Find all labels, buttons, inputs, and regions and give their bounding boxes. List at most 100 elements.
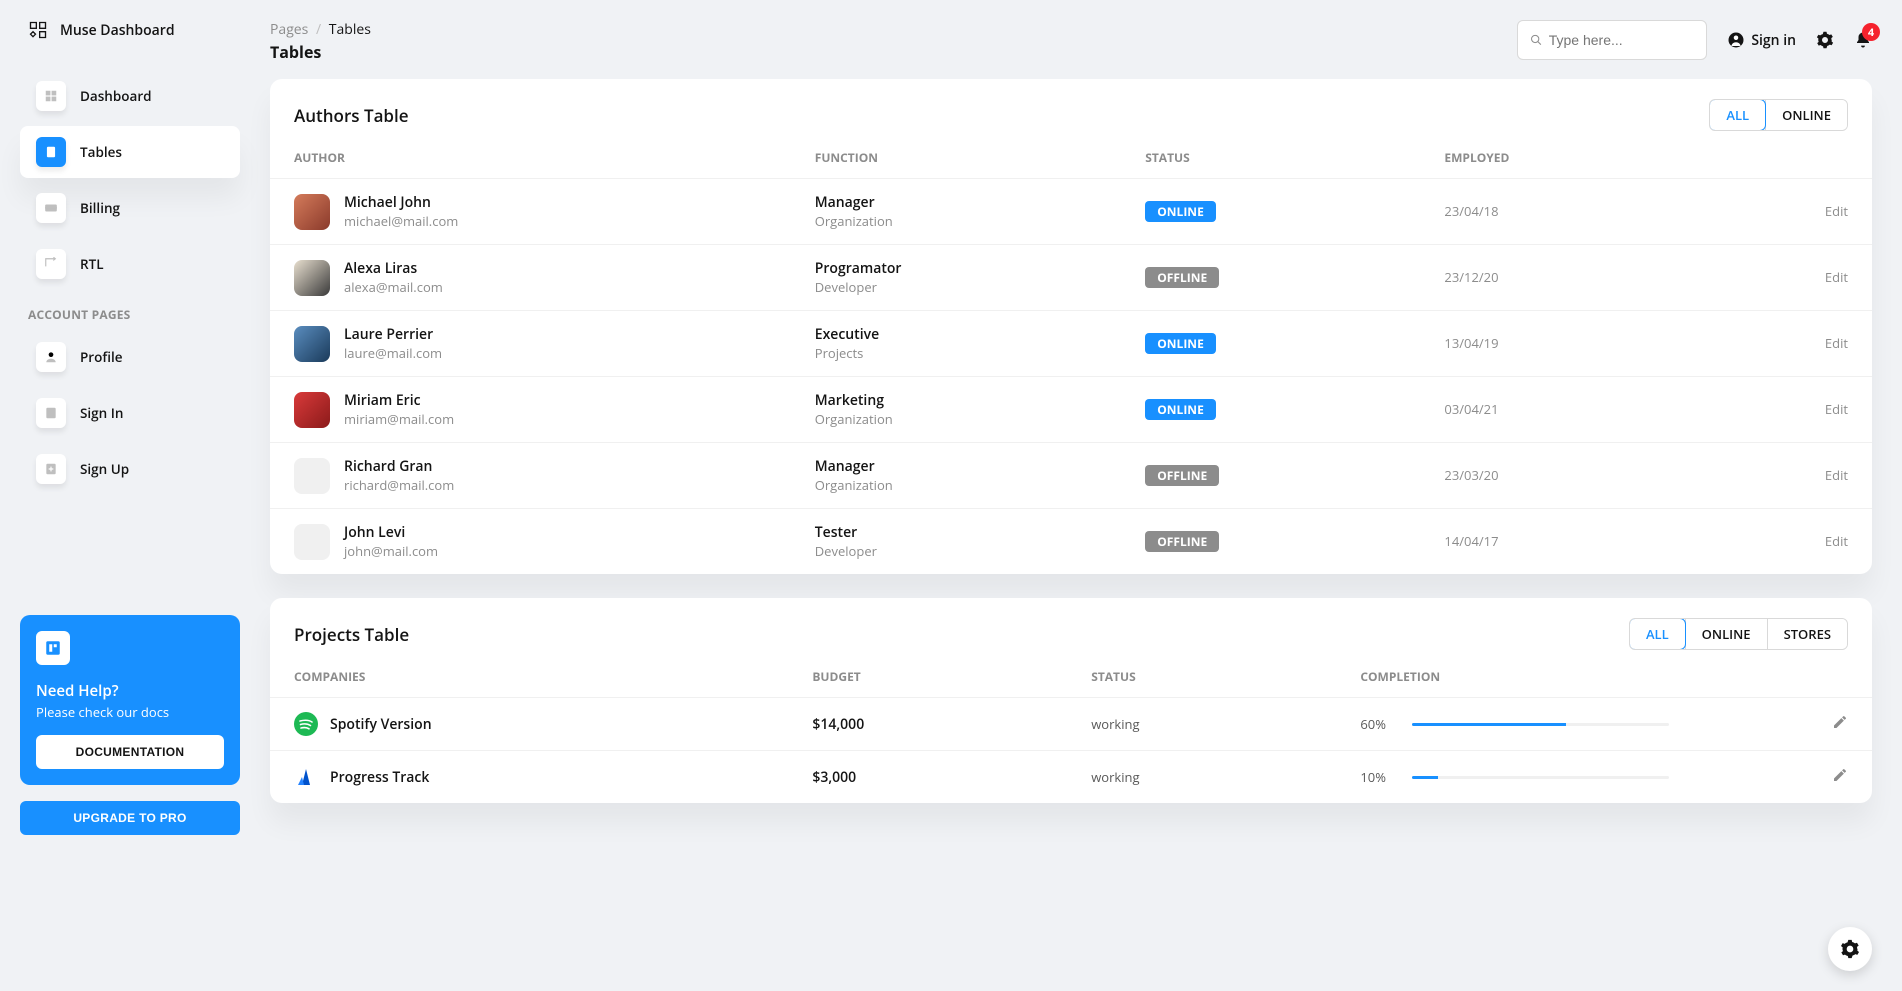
- projects-filter-stores[interactable]: STORES: [1767, 619, 1847, 649]
- notifications-button[interactable]: 4: [1854, 31, 1872, 49]
- author-role: Manager: [815, 457, 1098, 476]
- nav-item-sign-in[interactable]: Sign In: [20, 387, 240, 439]
- edit-button[interactable]: [1832, 716, 1848, 735]
- author-dept: Projects: [815, 344, 1098, 362]
- edit-button[interactable]: [1832, 769, 1848, 788]
- table-row[interactable]: John Levijohn@mail.comTesterDeveloperOFF…: [270, 509, 1872, 575]
- authors-filter-all[interactable]: ALL: [1709, 99, 1766, 131]
- author-role: Manager: [815, 193, 1098, 212]
- projects-filter-online[interactable]: ONLINE: [1685, 619, 1767, 649]
- company-name: Progress Track: [330, 768, 429, 787]
- projects-filter-all[interactable]: ALL: [1629, 618, 1686, 650]
- upgrade-button[interactable]: UPGRADE TO PRO: [20, 801, 240, 835]
- author-role: Executive: [815, 325, 1098, 344]
- author-name: Miriam Eric: [344, 391, 454, 410]
- completion-pct: 10%: [1360, 768, 1400, 786]
- edit-link[interactable]: Edit: [1825, 334, 1848, 352]
- table-row[interactable]: Laure Perrierlaure@mail.comExecutiveProj…: [270, 311, 1872, 377]
- avatar: [294, 524, 330, 560]
- project-status: working: [1091, 715, 1139, 733]
- author-dept: Developer: [815, 542, 1098, 560]
- nav-label: Profile: [80, 348, 123, 366]
- status-badge: OFFLINE: [1145, 465, 1219, 486]
- authors-card: Authors Table ALLONLINE AUTHORFUNCTIONST…: [270, 79, 1872, 574]
- author-email: miriam@mail.com: [344, 410, 454, 428]
- author-name: John Levi: [344, 523, 438, 542]
- edit-link[interactable]: Edit: [1825, 202, 1848, 220]
- nav-item-rtl[interactable]: RTL: [20, 238, 240, 290]
- nav-item-sign-up[interactable]: Sign Up: [20, 443, 240, 495]
- tables-icon: [36, 137, 66, 167]
- brand[interactable]: Muse Dashboard: [20, 20, 240, 70]
- breadcrumb-root[interactable]: Pages: [270, 20, 308, 39]
- projects-col-companies: COMPANIES: [270, 656, 788, 698]
- nav-label: Billing: [80, 199, 120, 217]
- author-role: Programator: [815, 259, 1098, 278]
- edit-link[interactable]: Edit: [1825, 532, 1848, 550]
- nav-label: RTL: [80, 255, 104, 273]
- user-icon: [1727, 31, 1745, 49]
- author-name: Richard Gran: [344, 457, 454, 476]
- floating-settings-button[interactable]: [1828, 927, 1872, 971]
- projects-filter-group: ALLONLINESTORES: [1629, 618, 1848, 650]
- billing-icon: [36, 193, 66, 223]
- authors-col-function: FUNCTION: [791, 137, 1122, 179]
- nav-item-dashboard[interactable]: Dashboard: [20, 70, 240, 122]
- status-badge: OFFLINE: [1145, 531, 1219, 552]
- settings-button[interactable]: [1816, 31, 1834, 49]
- rtl-icon: [36, 249, 66, 279]
- budget: $14,000: [812, 715, 864, 734]
- search-input[interactable]: [1549, 32, 1695, 48]
- search-icon: [1530, 33, 1542, 47]
- notification-badge: 4: [1862, 23, 1880, 41]
- table-row[interactable]: Progress Track$3,000working10%: [270, 751, 1872, 804]
- avatar: [294, 326, 330, 362]
- employed-date: 03/04/21: [1444, 400, 1498, 418]
- search-box[interactable]: [1517, 20, 1707, 60]
- projects-col-budget: BUDGET: [788, 656, 1067, 698]
- table-row[interactable]: Alexa Lirasalexa@mail.comProgramatorDeve…: [270, 245, 1872, 311]
- projects-col-status: STATUS: [1067, 656, 1336, 698]
- progress-bar: [1412, 776, 1669, 779]
- author-dept: Organization: [815, 410, 1098, 428]
- authors-col-employed: EMPLOYED: [1420, 137, 1697, 179]
- status-badge: ONLINE: [1145, 333, 1216, 354]
- nav-item-profile[interactable]: Profile: [20, 331, 240, 383]
- employed-date: 14/04/17: [1444, 532, 1498, 550]
- table-row[interactable]: Miriam Ericmiriam@mail.comMarketingOrgan…: [270, 377, 1872, 443]
- authors-title: Authors Table: [294, 104, 409, 127]
- nav-label: Tables: [80, 143, 122, 161]
- author-dept: Developer: [815, 278, 1098, 296]
- authors-filter-online[interactable]: ONLINE: [1765, 100, 1847, 130]
- profile-icon: [36, 342, 66, 372]
- authors-col-author: AUTHOR: [270, 137, 791, 179]
- documentation-button[interactable]: DOCUMENTATION: [36, 735, 224, 769]
- sign-up-icon: [36, 454, 66, 484]
- nav-item-tables[interactable]: Tables: [20, 126, 240, 178]
- table-row[interactable]: Michael Johnmichael@mail.comManagerOrgan…: [270, 179, 1872, 245]
- company-logo-icon: [294, 765, 318, 789]
- project-status: working: [1091, 768, 1139, 786]
- employed-date: 23/03/20: [1444, 466, 1498, 484]
- nav-item-billing[interactable]: Billing: [20, 182, 240, 234]
- breadcrumb-current: Tables: [329, 20, 371, 39]
- help-card-icon: [36, 631, 70, 665]
- brand-logo-icon: [28, 20, 48, 40]
- employed-date: 23/04/18: [1444, 202, 1498, 220]
- projects-table: COMPANIESBUDGETSTATUSCOMPLETION Spotify …: [270, 656, 1872, 803]
- projects-col-actions: [1693, 656, 1872, 698]
- edit-link[interactable]: Edit: [1825, 268, 1848, 286]
- nav-label: Dashboard: [80, 87, 152, 105]
- signin-link[interactable]: Sign in: [1727, 31, 1796, 50]
- edit-link[interactable]: Edit: [1825, 400, 1848, 418]
- avatar: [294, 458, 330, 494]
- main-content: Pages / Tables Tables Sign in: [260, 0, 1902, 991]
- edit-link[interactable]: Edit: [1825, 466, 1848, 484]
- table-row[interactable]: Spotify Version$14,000working60%: [270, 698, 1872, 751]
- breadcrumb[interactable]: Pages / Tables: [270, 20, 371, 39]
- completion-pct: 60%: [1360, 715, 1400, 733]
- help-subtitle: Please check our docs: [36, 703, 224, 721]
- projects-card: Projects Table ALLONLINESTORES COMPANIES…: [270, 598, 1872, 803]
- table-row[interactable]: Richard Granrichard@mail.comManagerOrgan…: [270, 443, 1872, 509]
- gear-icon: [1816, 31, 1834, 49]
